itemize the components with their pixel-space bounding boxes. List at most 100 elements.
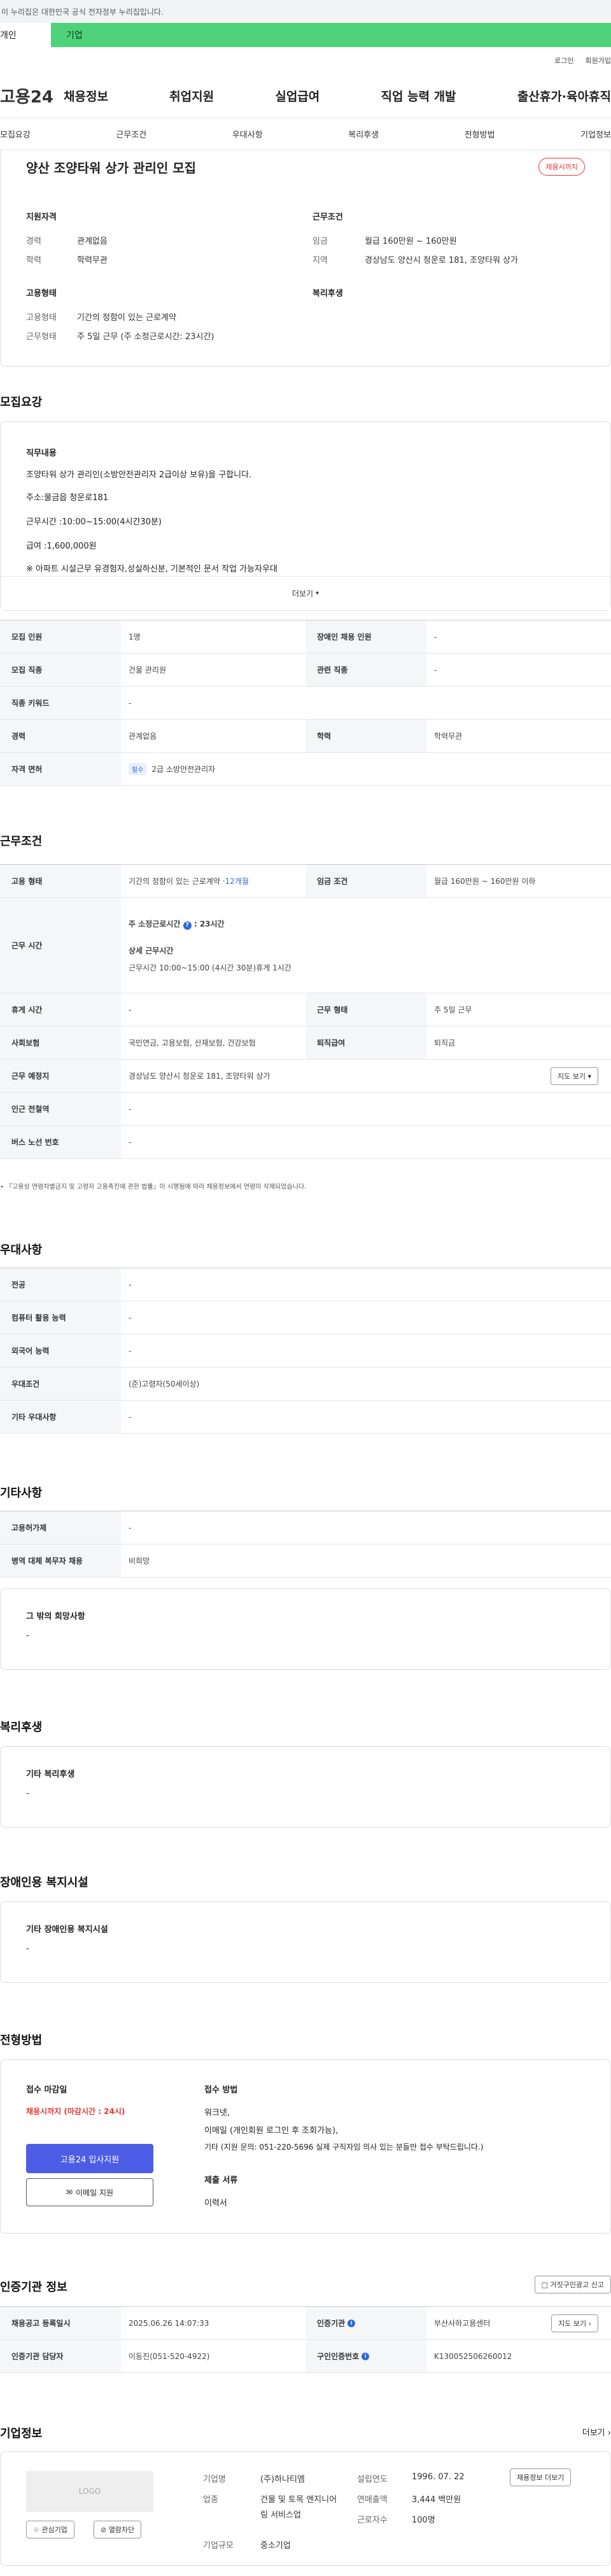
email-apply-label: 이메일 지원 bbox=[76, 2188, 114, 2197]
gnb-item[interactable]: 취업지원 bbox=[169, 87, 214, 104]
section-tab[interactable]: 모집요강 bbox=[0, 128, 31, 140]
fav-label: 관심기업 bbox=[41, 2526, 67, 2534]
mail-icon: ✉ bbox=[66, 2188, 73, 2197]
company-logo: LOGO bbox=[26, 2471, 153, 2512]
info-icon[interactable]: ? bbox=[183, 921, 192, 930]
cell-value: - bbox=[129, 1523, 132, 1532]
cell-value: 1명 bbox=[129, 633, 141, 641]
util-links: 로그인 회원가입 bbox=[0, 47, 611, 74]
gnb-item[interactable]: 채용정보 bbox=[64, 87, 108, 104]
sales-label: 연매출액 bbox=[357, 2495, 388, 2505]
cell-value: 비희망 bbox=[129, 1557, 150, 1565]
pay-value: 월급 160만원 ~ 160만원 bbox=[365, 237, 457, 246]
detail-value: 근무시간 10:00~15:00 (4시간 30분)휴게 1시간 bbox=[129, 963, 291, 972]
qual-title: 지원자격 bbox=[26, 213, 57, 222]
career-value: 관계없음 bbox=[77, 237, 108, 246]
cell-value: - bbox=[129, 1005, 132, 1014]
gnb-item[interactable]: 실업급여 bbox=[275, 87, 320, 104]
map-button-label: 지도 보기 bbox=[557, 1072, 586, 1081]
tab-corp[interactable]: 기업 bbox=[51, 23, 611, 47]
facility-value: - bbox=[26, 1944, 29, 1954]
cell-value: - bbox=[434, 632, 437, 641]
edu-label: 학력 bbox=[26, 256, 41, 265]
work-table: 고용 형태 기간의 정함이 있는 근로계약 · 12개월 임금 조건 월급 160만원… bbox=[0, 864, 611, 1159]
job-summary-card: 양산 조양타워 상가 관리인 모집 채용시까지 지원자격 경력 관계없음 학력 … bbox=[0, 150, 611, 367]
join-link[interactable]: 회원가입 bbox=[586, 55, 611, 66]
cell-label: 컴퓨터 활용 능력 bbox=[0, 1301, 121, 1334]
facility-card: 기타 장애인용 복지시설 - bbox=[0, 1901, 611, 1983]
cell-label: 구인인증번호 i bbox=[306, 2340, 426, 2372]
section-tab[interactable]: 복리후생 bbox=[348, 128, 379, 140]
more-button[interactable]: 더보기 ▾ bbox=[1, 576, 610, 610]
section-tab[interactable]: 우대사항 bbox=[232, 128, 263, 140]
duty-line: 주소:물금읍 청운로181 bbox=[26, 493, 109, 503]
cell-value: 부산사하고용센터 지도 보기 › bbox=[426, 2307, 611, 2339]
company-name-label: 기업명 bbox=[203, 2475, 226, 2484]
cell-value: 기간의 정함이 있는 근로계약 · 12개월 bbox=[121, 865, 306, 897]
career-label: 경력 bbox=[26, 237, 41, 246]
report-button[interactable]: □ 거짓구인광고 신고 bbox=[534, 2276, 611, 2293]
info-icon[interactable]: i bbox=[348, 2319, 356, 2327]
sales-value: 3,444 백만원 bbox=[412, 2495, 461, 2505]
star-icon: ☆ bbox=[33, 2526, 39, 2534]
cell-label: 인근 전철역 bbox=[0, 1093, 121, 1125]
cell-label: 병역 대체 복무자 채용 bbox=[0, 1544, 121, 1577]
cell-label: 모집 인원 bbox=[0, 620, 121, 653]
cell-label: 휴게 시간 bbox=[0, 993, 121, 1026]
section-tab[interactable]: 전형방법 bbox=[465, 128, 495, 140]
gov-banner: 이 누리집은 대한민국 공식 전자정부 누리집입니다. bbox=[0, 0, 611, 23]
more-label: 더보기 bbox=[291, 589, 314, 598]
cert-map-button[interactable]: 지도 보기 › bbox=[551, 2314, 598, 2332]
gnb-item[interactable]: 직업 능력 개발 bbox=[381, 87, 456, 104]
chevron-right-icon: › bbox=[607, 2428, 611, 2438]
screening-card: 접수 마감일 채용시까지 (마감시간 : 24시) 고용24 입사지원 ✉ 이메일… bbox=[0, 2059, 611, 2234]
est-label: 설립연도 bbox=[357, 2475, 388, 2484]
main-nav: 고용24 채용정보 취업지원 실업급여 직업 능력 개발 출산휴가·육아휴직 bbox=[0, 74, 611, 118]
cell-value: 국민연금, 고용보험, 산재보험, 건강보험 bbox=[129, 1039, 256, 1047]
cell-value: K130052506260012 bbox=[434, 2351, 512, 2361]
screening-heading: 전형방법 bbox=[0, 2034, 43, 2047]
deadline-label: 접수 마감일 bbox=[26, 2085, 67, 2095]
login-link[interactable]: 로그인 bbox=[554, 55, 573, 66]
recruit-heading: 모집요강 bbox=[0, 396, 43, 409]
section-tab[interactable]: 근무조건 bbox=[116, 128, 146, 140]
map-button[interactable]: 지도 보기 ▾ bbox=[550, 1067, 598, 1085]
company-more-link[interactable]: 더보기 › bbox=[582, 2426, 611, 2438]
emp-type: 기간의 정함이 있는 근로계약 · bbox=[129, 877, 225, 886]
fav-company-button[interactable]: ☆ 관심기업 bbox=[26, 2521, 74, 2538]
duty-title: 직무내용 bbox=[26, 449, 57, 458]
industry-value: 건물 및 토목 엔지니어링 서비스업 bbox=[260, 2495, 337, 2520]
email-apply-button[interactable]: ✉ 이메일 지원 bbox=[26, 2178, 153, 2206]
cell-label: 기타 우대사항 bbox=[0, 1401, 121, 1433]
org-label: 인증기관 bbox=[317, 2319, 346, 2328]
gnb-item[interactable]: 출산휴가·육아휴직 bbox=[517, 87, 611, 104]
cell-label: 임금 조건 bbox=[306, 865, 426, 897]
cell-label: 관련 직종 bbox=[306, 654, 426, 686]
pref-table: 전공 - 컴퓨터 활용 능력 - 외국어 능력 - 우대조건 (준)고령자(50세이상)… bbox=[0, 1268, 611, 1434]
cell-value: - bbox=[434, 665, 437, 675]
cell-label: 인증기관 i bbox=[306, 2307, 426, 2339]
cell-value: 주 소정근로시간 ? : 23시간 상세 근무시간 근무시간 10:00~15:… bbox=[121, 898, 611, 993]
info-icon[interactable]: i bbox=[362, 2352, 370, 2360]
docs-label: 제출 서류 bbox=[204, 2176, 238, 2185]
company-more-label: 더보기 bbox=[582, 2428, 605, 2438]
duty-line: 급여 :1,600,000원 bbox=[26, 542, 97, 551]
tab-person[interactable]: 개인 bbox=[0, 23, 51, 47]
section-tab[interactable]: 기업정보 bbox=[580, 128, 611, 140]
pay-label: 임금 bbox=[313, 237, 328, 246]
chevron-down-icon: ▾ bbox=[316, 590, 320, 597]
weekly-hours-value: 23시간 bbox=[199, 919, 225, 928]
site-logo[interactable]: 고용24 bbox=[0, 84, 64, 108]
cond-title: 근무조건 bbox=[313, 213, 343, 222]
est-value: 1996. 07. 22 bbox=[412, 2472, 465, 2482]
wish-card: 그 밖의 희망사항 - bbox=[0, 1588, 611, 1670]
method-line: 기타 (지원 문의: 051-220-5696 실제 구직자임 의사 있는 분들… bbox=[204, 2143, 484, 2152]
welfare-card: 기타 복리후생 - bbox=[0, 1746, 611, 1828]
block-button[interactable]: ⊘ 열람차단 bbox=[94, 2521, 142, 2538]
cell-value: - bbox=[129, 1412, 132, 1422]
cell-label: 인증기관 담당자 bbox=[0, 2340, 121, 2372]
apply-button[interactable]: 고용24 입사지원 bbox=[26, 2144, 153, 2173]
cell-label: 근무 예정지 bbox=[0, 1060, 121, 1092]
company-jobs-button[interactable]: 채용정보 더보기 bbox=[510, 2468, 572, 2486]
job-title: 양산 조양타워 상가 관리인 모집 bbox=[26, 160, 197, 176]
